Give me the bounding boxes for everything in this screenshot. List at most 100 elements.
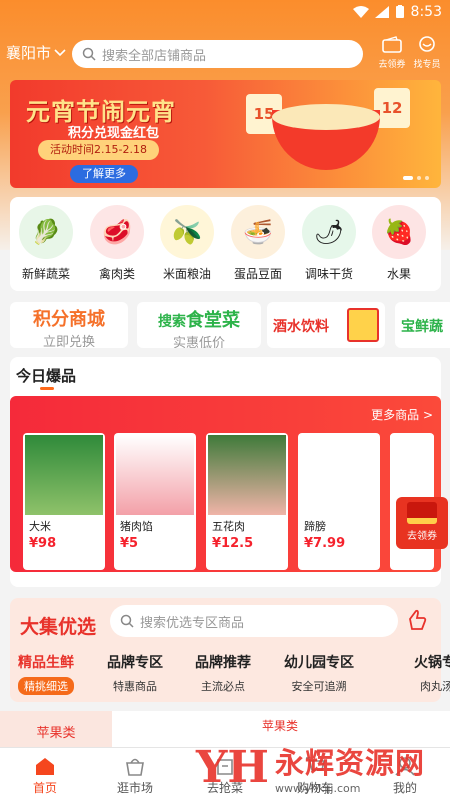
tangyuan-icon: [272, 104, 380, 130]
product-image: [300, 435, 378, 515]
daji-tab-title: 精品生鲜: [18, 655, 74, 671]
daji-search-placeholder: 搜索优选专区商品: [140, 615, 245, 631]
coupon-float-button[interactable]: 去领券: [396, 497, 448, 549]
daji-tab[interactable]: 品牌推荐 主流必点: [195, 652, 251, 695]
hot-products-panel: 更多商品 > 大米¥98猪肉馅¥5五花肉¥12.5蹄膀¥7.99¥: [10, 396, 441, 572]
daji-title: 大集优选: [20, 616, 97, 638]
city-selector[interactable]: 襄阳市: [6, 42, 66, 63]
nav-label: 逛市场: [116, 781, 153, 795]
canteen-title: 搜索食堂菜: [137, 306, 261, 332]
product-image: [208, 435, 286, 515]
strawberry-icon: 🍓: [372, 205, 426, 259]
category-label: 水果: [386, 267, 411, 281]
more-products-link[interactable]: 更多商品 >: [371, 406, 433, 423]
banner-time: 活动时间2.15-2.18: [38, 140, 159, 160]
category-item[interactable]: 🥬 新鲜蔬菜: [13, 205, 79, 282]
points-mall-sub: 立即兑换: [42, 335, 95, 348]
daji-tab[interactable]: 精品生鲜 精挑细选: [18, 652, 74, 695]
coupon-float-label: 去领券: [407, 531, 437, 542]
chevron-down-icon: [54, 48, 66, 56]
category-label: 新鲜蔬菜: [21, 267, 70, 281]
watermark-url: www.yhkjjj.com: [274, 781, 361, 795]
product-card[interactable]: 大米 ¥98: [23, 433, 105, 570]
search-icon: [120, 614, 134, 628]
product-name: 蹄膀: [304, 520, 326, 533]
points-mall-card[interactable]: 积分商城 立即兑换: [10, 302, 128, 348]
canteen-title-b: 食堂菜: [186, 310, 240, 331]
nav-item[interactable]: 首页: [0, 748, 90, 799]
category-item[interactable]: 🫒 米面粮油: [154, 205, 220, 282]
banner-pager: [403, 176, 429, 180]
watermark: YH 永辉资源网 www.yhkjjj.com: [196, 735, 450, 799]
thumb-icon[interactable]: [406, 609, 428, 633]
product-price: ¥98: [29, 536, 57, 551]
contact-entry[interactable]: 找专员: [409, 36, 445, 70]
product-name: 大米: [29, 520, 51, 533]
oil-icon: 🫒: [160, 205, 214, 259]
nav-item[interactable]: 逛市场: [90, 748, 180, 799]
today-hot-section: 今日爆品 更多商品 > 大米¥98猪肉馅¥5五花肉¥12.5蹄膀¥7.99¥ 去…: [10, 357, 448, 587]
category-item[interactable]: 🍜 蛋品豆面: [225, 205, 291, 282]
fruit-heading: 苹果类: [262, 719, 299, 733]
wallet-icon: [382, 36, 402, 53]
watermark-name: 永辉资源网: [274, 745, 425, 780]
header: 襄阳市 搜索全部店铺商品 去领券 找专员: [0, 30, 450, 74]
coupon-entry[interactable]: 去领券: [374, 36, 410, 70]
daji-section: 大集优选 搜索优选专区商品 精品生鲜 精挑细选 品牌专区 特惠商品 品牌推荐 主流必点 幼儿…: [10, 598, 450, 702]
product-image: [25, 435, 103, 515]
daji-tab[interactable]: 品牌专区 特惠商品: [107, 652, 163, 695]
category-label: 蛋品豆面: [233, 267, 282, 281]
daji-search-input[interactable]: 搜索优选专区商品: [110, 605, 398, 637]
market-icon: [126, 758, 144, 776]
banner-subtitle: 积分兑现金红包: [68, 126, 160, 141]
product-card[interactable]: 猪肉馅 ¥5: [114, 433, 196, 570]
product-price: ¥5: [120, 536, 139, 551]
sauce-icon: 🌶: [302, 205, 356, 259]
canteen-sub: 实惠低价: [172, 336, 225, 348]
daji-tab-sub: 安全可追溯: [291, 680, 347, 693]
category-item[interactable]: 🌶 调味干货: [296, 205, 362, 282]
category-label: 禽肉类: [98, 267, 135, 281]
meat-icon: 🥩: [90, 205, 144, 259]
banner-button[interactable]: 了解更多: [70, 165, 138, 183]
search-input[interactable]: 搜索全部店铺商品: [72, 40, 363, 68]
promo-banner[interactable]: 元宵节闹元宵 积分兑现金红包 活动时间2.15-2.18 了解更多 15 12: [10, 80, 441, 188]
category-label: 调味干货: [304, 267, 353, 281]
promo-row: 积分商城 立即兑换 搜索食堂菜 实惠低价 酒水饮料 宝鲜蔬: [10, 302, 450, 348]
product-name: 五花肉: [212, 520, 245, 533]
daji-tab-sub: 特惠商品: [113, 680, 157, 693]
product-price: ¥12.5: [212, 536, 254, 551]
daji-tab-title: 火锅专区: [414, 655, 450, 671]
veg-card[interactable]: 宝鲜蔬: [395, 302, 450, 348]
points-mall-title: 积分商城: [33, 309, 105, 330]
status-time: 8:53: [410, 4, 442, 20]
product-price: ¥7.99: [304, 536, 346, 551]
nav-label: 首页: [32, 781, 57, 795]
coupon-entry-label: 去领券: [378, 60, 406, 70]
battery-icon: [395, 5, 404, 18]
drinks-card[interactable]: 酒水饮料: [267, 302, 385, 348]
vegetable-icon: 🥬: [19, 205, 73, 259]
category-item[interactable]: 🍓 水果: [366, 205, 432, 282]
fruit-side-tab[interactable]: 苹果类: [0, 711, 112, 747]
daji-tab-title: 幼儿园专区: [284, 655, 354, 671]
signal-icon: [374, 6, 389, 18]
product-card[interactable]: 五花肉 ¥12.5: [206, 433, 288, 570]
product-card[interactable]: 蹄膀 ¥7.99: [298, 433, 380, 570]
search-placeholder: 搜索全部店铺商品: [102, 48, 207, 64]
watermark-logo: YH: [196, 741, 269, 793]
home-icon: [36, 758, 54, 775]
daji-tab[interactable]: 幼儿园专区安全可追溯: [284, 652, 354, 695]
product-name: 猪肉馅: [120, 520, 153, 533]
canteen-card[interactable]: 搜索食堂菜 实惠低价: [137, 302, 261, 348]
city-label: 襄阳市: [6, 44, 52, 62]
today-title: 今日爆品: [16, 367, 77, 385]
contact-entry-label: 找专员: [413, 60, 441, 70]
search-icon: [82, 47, 96, 61]
category-item[interactable]: 🥩 禽肉类: [84, 205, 150, 282]
daji-tab-sub: 精挑细选: [18, 677, 74, 695]
noodle-icon: 🍜: [231, 205, 285, 259]
daji-tab[interactable]: 火锅专区肉丸汤料: [414, 652, 450, 695]
product-image: [116, 435, 194, 515]
title-underline: [40, 387, 54, 390]
